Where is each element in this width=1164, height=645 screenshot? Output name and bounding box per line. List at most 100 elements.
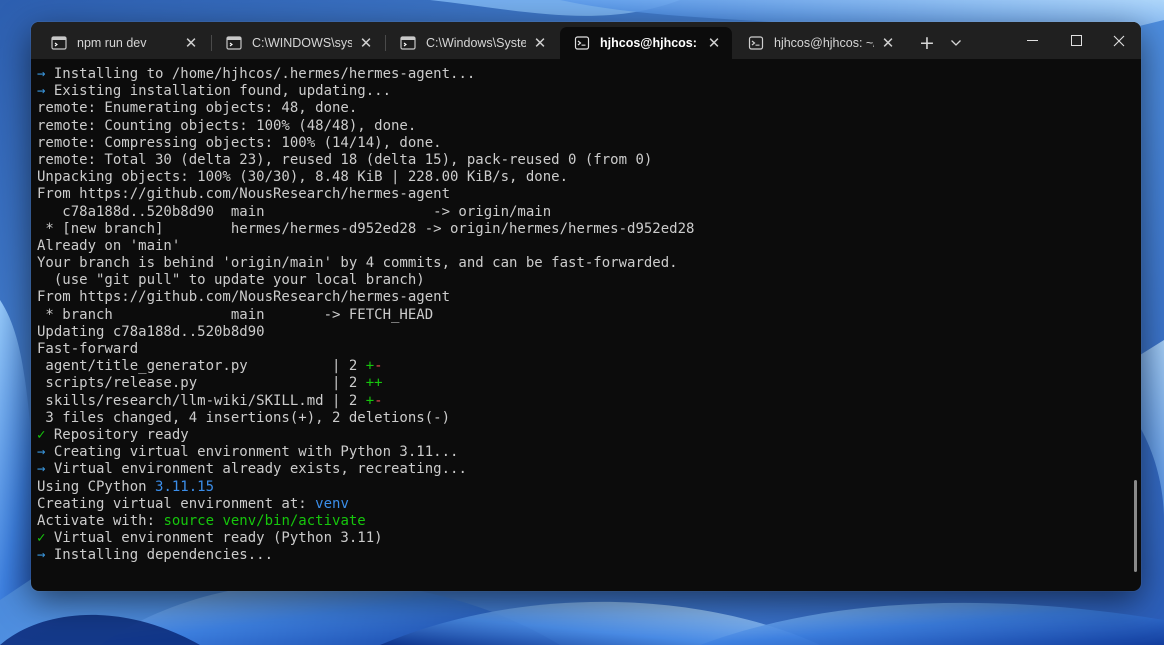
- console-line: * [new branch] hermes/hermes-d952ed28 ->…: [37, 221, 1121, 238]
- console-line: ✓ Repository ready: [37, 427, 1121, 444]
- console-text: Existing installation found, updating...: [53, 83, 392, 100]
- tab-hjhcos-hermes[interactable]: hjhcos@hjhcos: ~/.hermes ✕: [734, 27, 906, 59]
- console-line: remote: Enumerating objects: 48, done.: [37, 100, 1121, 117]
- terminal-window: npm run dev ✕ C:\WINDOWS\system32\cmd.ex…: [31, 22, 1141, 591]
- console-text: venv: [315, 495, 349, 512]
- console-text: Installing to /home/hjhcos/.hermes/herme…: [53, 66, 476, 82]
- terminal-icon: [400, 36, 416, 50]
- new-tab-button[interactable]: +: [913, 29, 941, 57]
- close-window-button[interactable]: [1097, 22, 1141, 59]
- console-line: Fast-forward: [37, 341, 1121, 358]
- console-line: Unpacking objects: 100% (30/30), 8.48 Ki…: [37, 169, 1121, 186]
- close-tab-button[interactable]: ✕: [177, 31, 205, 55]
- console-text: Installing dependencies...: [53, 547, 274, 564]
- console-text: Activate with:: [37, 512, 164, 529]
- console-line: (use "git pull" to update your local bra…: [37, 272, 1121, 289]
- minimize-icon: [1026, 40, 1038, 41]
- console-line: Already on 'main': [37, 238, 1121, 255]
- chevron-down-icon: [951, 40, 961, 46]
- console-text: remote: Total 30 (delta 23), reused 18 (…: [37, 151, 653, 168]
- console-text: remote: Compressing objects: 100% (14/14…: [37, 134, 442, 151]
- console-text: Already on 'main': [37, 237, 181, 254]
- close-tab-button[interactable]: ✕: [526, 31, 554, 55]
- console-line: Your branch is behind 'origin/main' by 4…: [37, 255, 1121, 272]
- console-text: remote: Enumerating objects: 48, done.: [37, 100, 358, 117]
- title-bar[interactable]: npm run dev ✕ C:\WINDOWS\system32\cmd.ex…: [31, 22, 1141, 59]
- console-line: → Installing to /home/hjhcos/.hermes/her…: [37, 66, 1121, 83]
- console-line: 3 files changed, 4 insertions(+), 2 dele…: [37, 410, 1121, 427]
- linux-terminal-icon: [748, 36, 764, 50]
- console-text: →: [37, 66, 54, 82]
- close-tab-button[interactable]: ✕: [700, 31, 728, 55]
- console-text: Virtual environment ready (Python 3.11): [53, 530, 383, 547]
- tab-label: npm run dev: [77, 36, 147, 50]
- console-line: ✓ Virtual environment ready (Python 3.11…: [37, 530, 1121, 547]
- console-text: skills/research/llm-wiki/SKILL.md | 2: [37, 392, 366, 409]
- console-line: skills/research/llm-wiki/SKILL.md | 2 +-: [37, 393, 1121, 410]
- console-line: remote: Total 30 (delta 23), reused 18 (…: [37, 152, 1121, 169]
- console-line: From https://github.com/NousResearch/her…: [37, 186, 1121, 203]
- console-text: Using CPython: [37, 478, 156, 495]
- console-line: c78a188d..520b8d90 main -> origin/main: [37, 204, 1121, 221]
- console-line: → Virtual environment already exists, re…: [37, 461, 1121, 478]
- console-text: 3 files changed, 4 insertions(+), 2 dele…: [37, 409, 451, 426]
- scrollbar-thumb[interactable]: [1134, 480, 1137, 572]
- tab-label: C:\Windows\System32\WindowsPowerShell: [426, 36, 526, 50]
- terminal-icon: [226, 36, 242, 50]
- console-text: +: [365, 392, 375, 409]
- terminal-icon: [51, 36, 67, 50]
- console-text: →: [37, 461, 54, 478]
- console-text: ✓: [37, 426, 54, 443]
- maximize-button[interactable]: [1054, 22, 1098, 59]
- console-line: scripts/release.py | 2 ++: [37, 375, 1121, 392]
- close-tab-button[interactable]: ✕: [874, 31, 902, 55]
- console-line: agent/title_generator.py | 2 +-: [37, 358, 1121, 375]
- console-text: (use "git pull" to update your local bra…: [37, 272, 425, 289]
- console-text: scripts/release.py | 2: [37, 375, 366, 392]
- console-line: Creating virtual environment at: venv: [37, 496, 1121, 513]
- tab-powershell[interactable]: C:\Windows\System32\WindowsPowerShell ✕: [386, 27, 558, 59]
- console-text: Creating virtual environment at:: [37, 495, 316, 512]
- console-line: Activate with: source venv/bin/activate: [37, 513, 1121, 530]
- tab-cmd[interactable]: C:\WINDOWS\system32\cmd.exe ✕: [212, 27, 384, 59]
- console-line: From https://github.com/NousResearch/her…: [37, 289, 1121, 306]
- console-text: source venv/bin/activate: [163, 512, 366, 529]
- console-line: remote: Compressing objects: 100% (14/14…: [37, 135, 1121, 152]
- console-text: →: [37, 444, 54, 461]
- console-text: * branch main -> FETCH_HEAD: [37, 306, 434, 323]
- close-icon: [1113, 35, 1125, 46]
- plus-icon: +: [919, 32, 935, 54]
- close-tab-button[interactable]: ✕: [352, 31, 380, 55]
- console-text: From https://github.com/NousResearch/her…: [37, 186, 451, 203]
- console-text: Unpacking objects: 100% (30/30), 8.48 Ki…: [37, 169, 569, 186]
- console-text: c78a188d..520b8d90 main -> origin/main: [37, 203, 552, 220]
- console-text: -: [374, 358, 383, 375]
- console-line: Using CPython 3.11.15: [37, 479, 1121, 496]
- tab-dropdown-button[interactable]: [943, 29, 969, 57]
- console-text: Fast-forward: [37, 341, 139, 357]
- console-line: → Installing dependencies...: [37, 547, 1121, 564]
- console-text: →: [37, 83, 54, 100]
- console-text: Virtual environment already exists, recr…: [53, 461, 467, 478]
- maximize-icon: [1070, 35, 1082, 46]
- tab-hjhcos-home[interactable]: hjhcos@hjhcos: ~ ✕: [560, 27, 732, 59]
- console-line: * branch main -> FETCH_HEAD: [37, 307, 1121, 324]
- console-line: → Creating virtual environment with Pyth…: [37, 444, 1121, 461]
- console-text: agent/title_generator.py | 2: [37, 358, 366, 375]
- console-text: -: [374, 392, 383, 409]
- console-text: From https://github.com/NousResearch/her…: [37, 289, 451, 306]
- console-text: * [new branch] hermes/hermes-d952ed28 ->…: [37, 220, 695, 237]
- console-line: remote: Counting objects: 100% (48/48), …: [37, 118, 1121, 135]
- console-text: Creating virtual environment with Python…: [53, 444, 459, 461]
- console-text: ✓: [37, 530, 54, 547]
- console-text: →: [37, 547, 54, 564]
- terminal-output[interactable]: → Installing to /home/hjhcos/.hermes/her…: [37, 66, 1121, 581]
- tab-npm-run-dev[interactable]: npm run dev ✕: [37, 27, 209, 59]
- tab-label: hjhcos@hjhcos: ~/.hermes: [774, 36, 874, 50]
- console-text: remote: Counting objects: 100% (48/48), …: [37, 117, 417, 134]
- console-text: ++: [365, 375, 383, 392]
- console-text: Your branch is behind 'origin/main' by 4…: [37, 255, 678, 272]
- console-text: 3.11.15: [155, 478, 215, 495]
- minimize-button[interactable]: [1010, 22, 1054, 59]
- console-line: Updating c78a188d..520b8d90: [37, 324, 1121, 341]
